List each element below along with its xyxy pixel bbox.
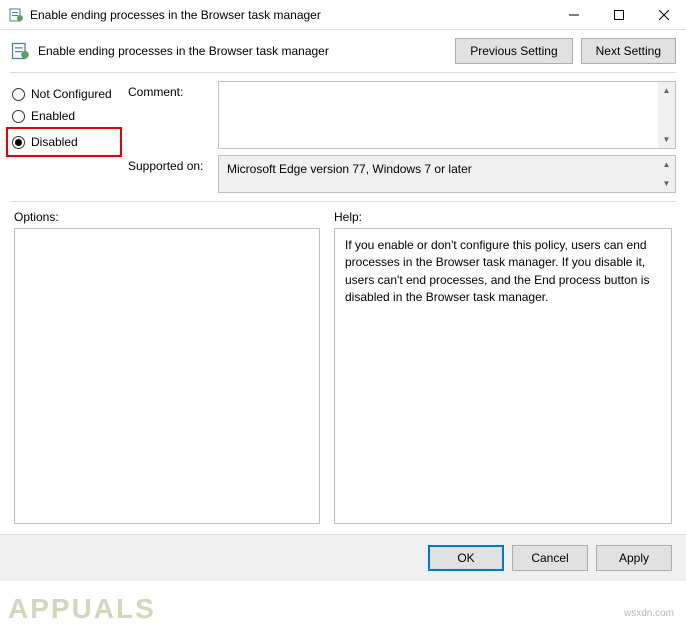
- header-row: Enable ending processes in the Browser t…: [0, 30, 686, 68]
- policy-icon: [8, 7, 24, 23]
- comment-label: Comment:: [128, 81, 210, 149]
- radio-label: Enabled: [31, 109, 75, 123]
- scrollbar: ▲ ▼: [658, 156, 675, 192]
- supported-row: Supported on: Microsoft Edge version 77,…: [128, 155, 676, 193]
- policy-icon: [10, 41, 30, 61]
- scroll-down-icon[interactable]: ▼: [658, 131, 675, 148]
- help-text: If you enable or don't configure this po…: [345, 238, 649, 304]
- scroll-down-icon[interactable]: ▼: [658, 175, 675, 192]
- scroll-up-icon[interactable]: ▲: [658, 82, 675, 99]
- options-panel: [14, 228, 320, 524]
- radio-group: Not Configured Enabled Disabled: [10, 81, 118, 193]
- cancel-button[interactable]: Cancel: [512, 545, 588, 571]
- radio-icon-selected: [12, 136, 25, 149]
- divider: [10, 72, 676, 73]
- close-button[interactable]: [641, 0, 686, 29]
- titlebar: Enable ending processes in the Browser t…: [0, 0, 686, 30]
- panel-labels: Options: Help:: [0, 210, 686, 224]
- radio-icon: [12, 110, 25, 123]
- minimize-button[interactable]: [551, 0, 596, 29]
- help-panel: If you enable or don't configure this po…: [334, 228, 672, 524]
- supported-label: Supported on:: [128, 155, 210, 193]
- radio-label: Not Configured: [31, 87, 112, 101]
- divider: [10, 201, 676, 202]
- previous-setting-button[interactable]: Previous Setting: [455, 38, 572, 64]
- nav-buttons: Previous Setting Next Setting: [455, 38, 676, 64]
- radio-disabled[interactable]: Disabled: [10, 131, 118, 153]
- help-label: Help:: [334, 210, 672, 224]
- supported-value: Microsoft Edge version 77, Windows 7 or …: [227, 162, 472, 176]
- supported-textarea: Microsoft Edge version 77, Windows 7 or …: [218, 155, 676, 193]
- window-title: Enable ending processes in the Browser t…: [30, 8, 551, 22]
- options-label: Options:: [14, 210, 320, 224]
- maximize-button[interactable]: [596, 0, 641, 29]
- ok-button[interactable]: OK: [428, 545, 504, 571]
- panels: If you enable or don't configure this po…: [0, 224, 686, 534]
- fields-column: Comment: ▲ ▼ Supported on: Microsoft Edg…: [128, 81, 676, 193]
- scrollbar: ▲ ▼: [658, 82, 675, 148]
- config-area: Not Configured Enabled Disabled Comment:…: [0, 81, 686, 193]
- highlight-annotation: Disabled: [6, 127, 122, 157]
- scroll-up-icon[interactable]: ▲: [658, 156, 675, 173]
- next-setting-button[interactable]: Next Setting: [581, 38, 676, 64]
- site-watermark: wsxdn.com: [624, 608, 674, 619]
- footer: OK Cancel Apply: [0, 534, 686, 581]
- radio-not-configured[interactable]: Not Configured: [10, 83, 118, 105]
- radio-label: Disabled: [31, 135, 78, 149]
- window-controls: [551, 0, 686, 29]
- radio-icon: [12, 88, 25, 101]
- policy-title: Enable ending processes in the Browser t…: [38, 44, 447, 58]
- comment-row: Comment: ▲ ▼: [128, 81, 676, 149]
- brand-watermark: APPUALS: [8, 593, 156, 625]
- comment-textarea[interactable]: ▲ ▼: [218, 81, 676, 149]
- apply-button[interactable]: Apply: [596, 545, 672, 571]
- radio-enabled[interactable]: Enabled: [10, 105, 118, 127]
